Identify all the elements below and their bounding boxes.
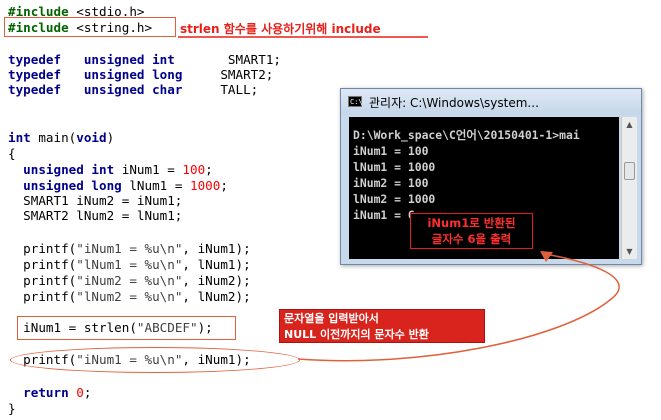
code-token: {	[8, 146, 16, 161]
console-app-icon: C:\	[348, 96, 363, 107]
code-line: printf("iNum2 = %u\n", iNum2);	[8, 273, 251, 289]
console-line: D:\Work_space\C언어\20150401-1>mai	[353, 128, 580, 142]
code-token: }	[8, 401, 16, 416]
console-scrollbar[interactable]: ▲ ▼	[621, 117, 637, 259]
code-token: typedef	[8, 52, 62, 67]
code-line: {	[8, 146, 16, 162]
code-token: 1000	[190, 178, 221, 193]
code-token: SMART2 lNum2 = lNum1;	[8, 208, 183, 223]
code-token: ;	[205, 162, 213, 177]
code-token: return	[23, 385, 69, 400]
code-token: unsigned long	[83, 67, 183, 82]
code-token: "iNum1 = %u\n"	[76, 241, 183, 256]
code-token: lNum1 =	[121, 178, 190, 193]
code-token: main(	[30, 130, 77, 145]
code-line: printf("lNum1 = %u\n", lNum1);	[8, 257, 251, 273]
code-token: )	[106, 130, 115, 145]
code-token: typedef	[8, 67, 62, 82]
code-token: void	[76, 130, 107, 145]
code-token: 0	[76, 385, 84, 400]
code-token: "iNum2 = %u\n"	[76, 273, 183, 288]
code-line: typedef unsigned int SMART1;	[8, 52, 281, 68]
code-token: ;	[220, 178, 228, 193]
code-token: printf(	[8, 241, 77, 256]
code-token: iNum1 =	[114, 162, 183, 177]
console-line: iNum1 = 100	[353, 144, 429, 158]
code-line: printf("lNum2 = %u\n", lNum2);	[8, 289, 251, 305]
code-token: unsigned int	[23, 162, 115, 177]
strlen-note-line1: 문자열을 입력받아서	[284, 312, 379, 325]
scroll-up-arrow-icon[interactable]: ▲	[622, 117, 637, 132]
code-token: , iNum2);	[182, 273, 251, 288]
code-token: , iNum1);	[182, 241, 251, 256]
console-line: iNum2 = 100	[353, 176, 429, 190]
code-token: printf(	[8, 273, 77, 288]
console-line: lNum1 = 1000	[353, 160, 436, 174]
console-note-line2: 글자수 6을 출력	[431, 232, 512, 246]
strlen-note-line2: NULL 이전까지의 문자수 반환	[284, 328, 429, 341]
code-token: 100	[182, 162, 206, 177]
code-token: SMART1 iNum2 = iNum1;	[8, 193, 183, 208]
code-token: printf(	[8, 289, 77, 304]
code-line: return 0;	[8, 385, 91, 401]
code-token: unsigned long	[23, 178, 122, 193]
console-note: iNum1로 반환된 글자수 6을 출력	[410, 213, 533, 249]
code-line: printf("iNum1 = %u\n", iNum1);	[8, 241, 251, 257]
code-token: , lNum1);	[182, 257, 251, 272]
scroll-down-arrow-icon[interactable]: ▼	[622, 244, 637, 259]
include-note: strlen 함수를 사용하기위해 include	[180, 22, 381, 36]
code-token: SMART2;	[182, 67, 274, 82]
code-line: }	[8, 401, 16, 417]
console-titlebar[interactable]: C:\ 관리자: C:\Windows\system...	[341, 89, 641, 115]
console-title: 관리자: C:\Windows\system...	[369, 96, 539, 110]
code-token: unsigned char	[83, 82, 183, 97]
code-line: int main(void)	[8, 130, 114, 146]
code-line: unsigned long lNum1 = 1000;	[8, 178, 228, 194]
strlen-highlight-box	[17, 316, 236, 340]
code-token: "lNum1 = %u\n"	[76, 257, 183, 272]
code-token: TALL;	[182, 82, 259, 97]
code-line: SMART2 lNum2 = lNum1;	[8, 208, 182, 224]
code-token: int	[8, 130, 31, 145]
code-token: , lNum2);	[182, 289, 251, 304]
strlen-note: 문자열을 입력받아서 NULL 이전까지의 문자수 반환	[279, 309, 485, 343]
console-note-line1: iNum1로 반환된	[427, 216, 516, 230]
scroll-thumb[interactable]	[624, 162, 635, 180]
code-token: unsigned int	[83, 52, 175, 67]
console-line: lNum2 = 1000	[353, 192, 436, 206]
code-token: ;	[83, 385, 92, 400]
code-line: typedef unsigned long SMART2;	[8, 67, 273, 83]
code-token: "lNum2 = %u\n"	[76, 289, 183, 304]
code-line: unsigned int iNum1 = 100;	[8, 162, 213, 178]
code-token: typedef	[8, 82, 62, 97]
code-line: SMART1 iNum2 = iNum1;	[8, 193, 182, 209]
console-line: iNum1 = 6	[353, 208, 415, 222]
printf-highlight-oval	[10, 347, 300, 373]
code-token: SMART1;	[174, 52, 281, 67]
code-line: typedef unsigned char TALL;	[8, 82, 258, 98]
include-highlight-box	[4, 17, 176, 37]
code-token: printf(	[8, 257, 77, 272]
